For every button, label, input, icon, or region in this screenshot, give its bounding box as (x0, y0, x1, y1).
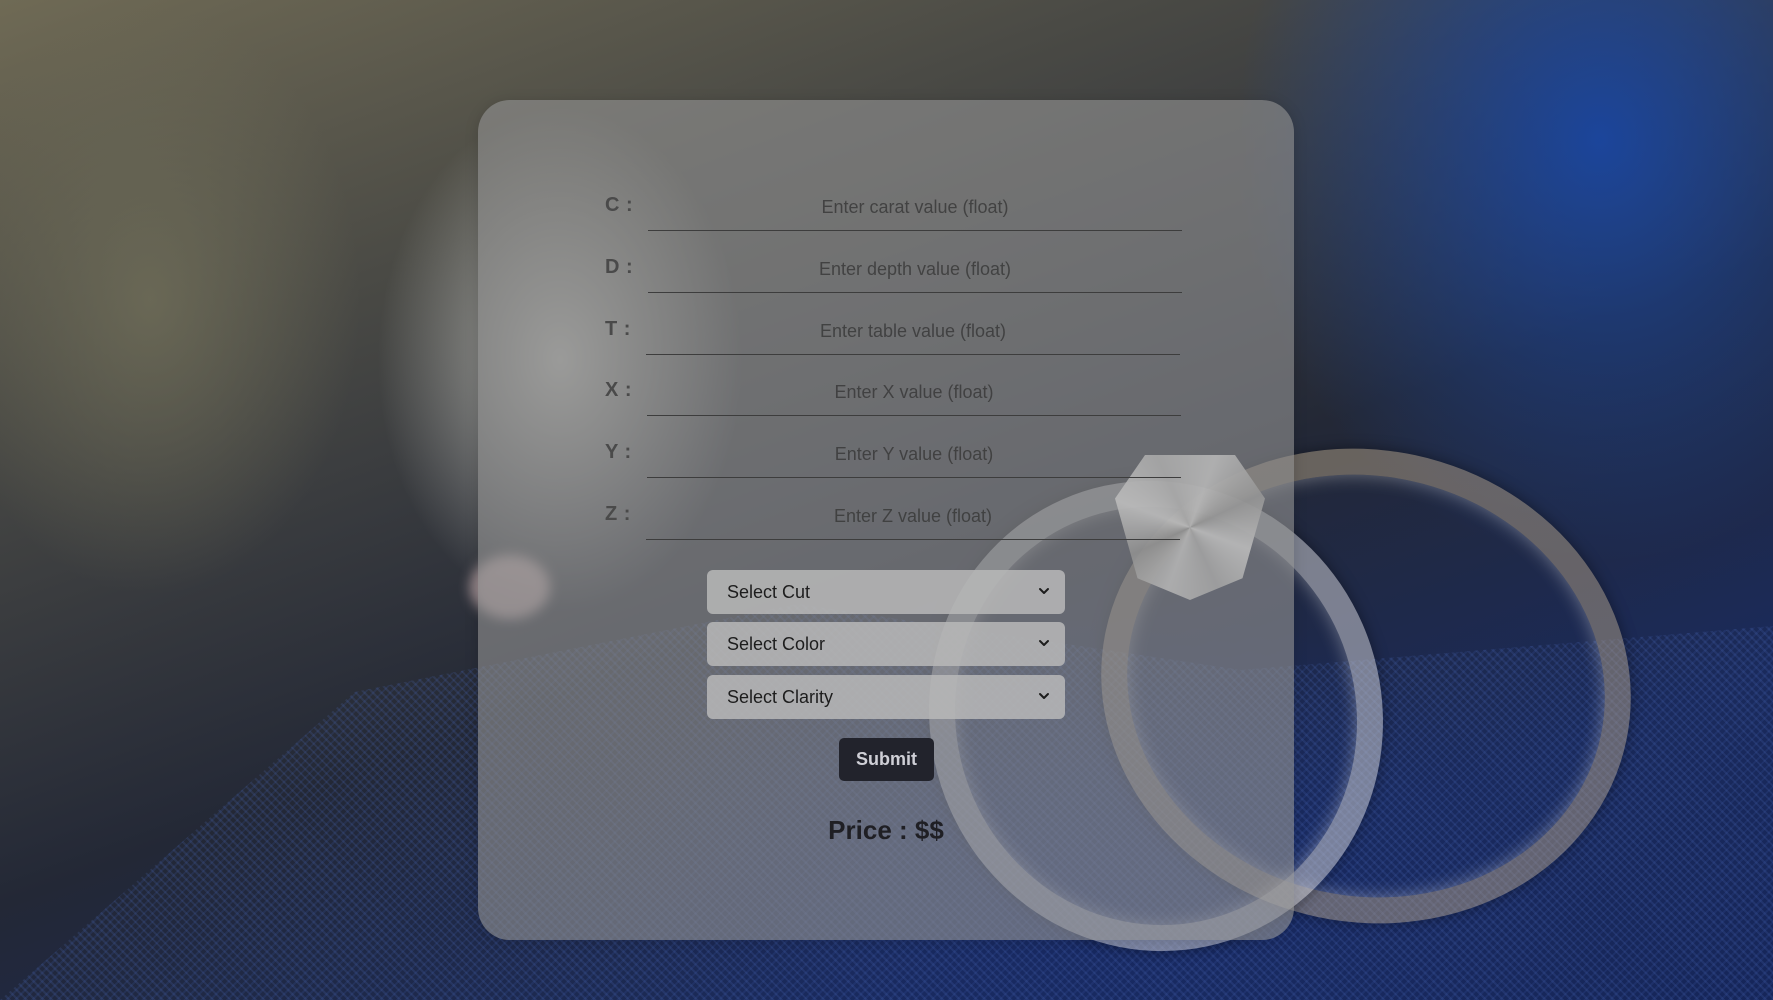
carat-input[interactable] (648, 184, 1182, 231)
table-input[interactable] (646, 308, 1180, 355)
depth-input[interactable] (648, 246, 1182, 293)
price-result: Price : $$ (828, 815, 944, 845)
depth-row: D : (478, 246, 1294, 296)
table-row: T : (478, 308, 1294, 358)
carat-row: C : (478, 184, 1294, 234)
chevron-down-icon (1039, 588, 1049, 594)
cut-select[interactable]: Select Cut (707, 570, 1065, 614)
depth-label: D : (605, 256, 634, 278)
color-select-value: Select Color (727, 634, 826, 654)
x-label: X : (605, 379, 633, 401)
carat-label: C : (605, 194, 634, 216)
clarity-select-value: Select Clarity (727, 687, 834, 707)
x-row: X : (478, 369, 1294, 419)
y-label: Y : (605, 441, 632, 463)
table-label: T : (605, 318, 631, 340)
clarity-select[interactable]: Select Clarity (707, 675, 1065, 719)
chevron-down-icon (1039, 693, 1049, 699)
color-select[interactable]: Select Color (707, 622, 1065, 666)
z-input[interactable] (646, 493, 1180, 540)
x-input[interactable] (647, 369, 1181, 416)
z-row: Z : (478, 493, 1294, 543)
prediction-form-card: C : D : T : X : Y : Z : Select Cut Selec… (478, 100, 1294, 940)
submit-button[interactable]: Submit (839, 738, 934, 781)
cut-select-value: Select Cut (727, 582, 811, 602)
y-row: Y : (478, 431, 1294, 481)
y-input[interactable] (647, 431, 1181, 478)
chevron-down-icon (1039, 640, 1049, 646)
z-label: Z : (605, 503, 631, 525)
